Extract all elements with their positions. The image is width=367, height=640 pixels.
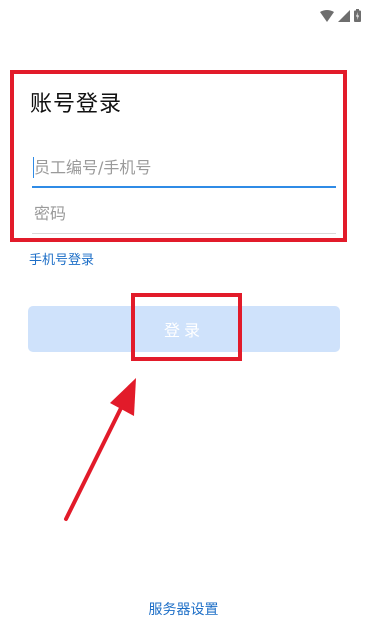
status-icons [320,9,361,22]
battery-charging-icon [354,9,361,22]
annotation-highlight-form [10,70,347,242]
status-bar [0,0,367,32]
server-settings-link[interactable]: 服务器设置 [0,600,367,620]
annotation-highlight-login-button [131,293,242,361]
phone-login-link[interactable]: 手机号登录 [29,251,94,271]
signal-icon [338,9,350,22]
wifi-icon [320,9,334,22]
